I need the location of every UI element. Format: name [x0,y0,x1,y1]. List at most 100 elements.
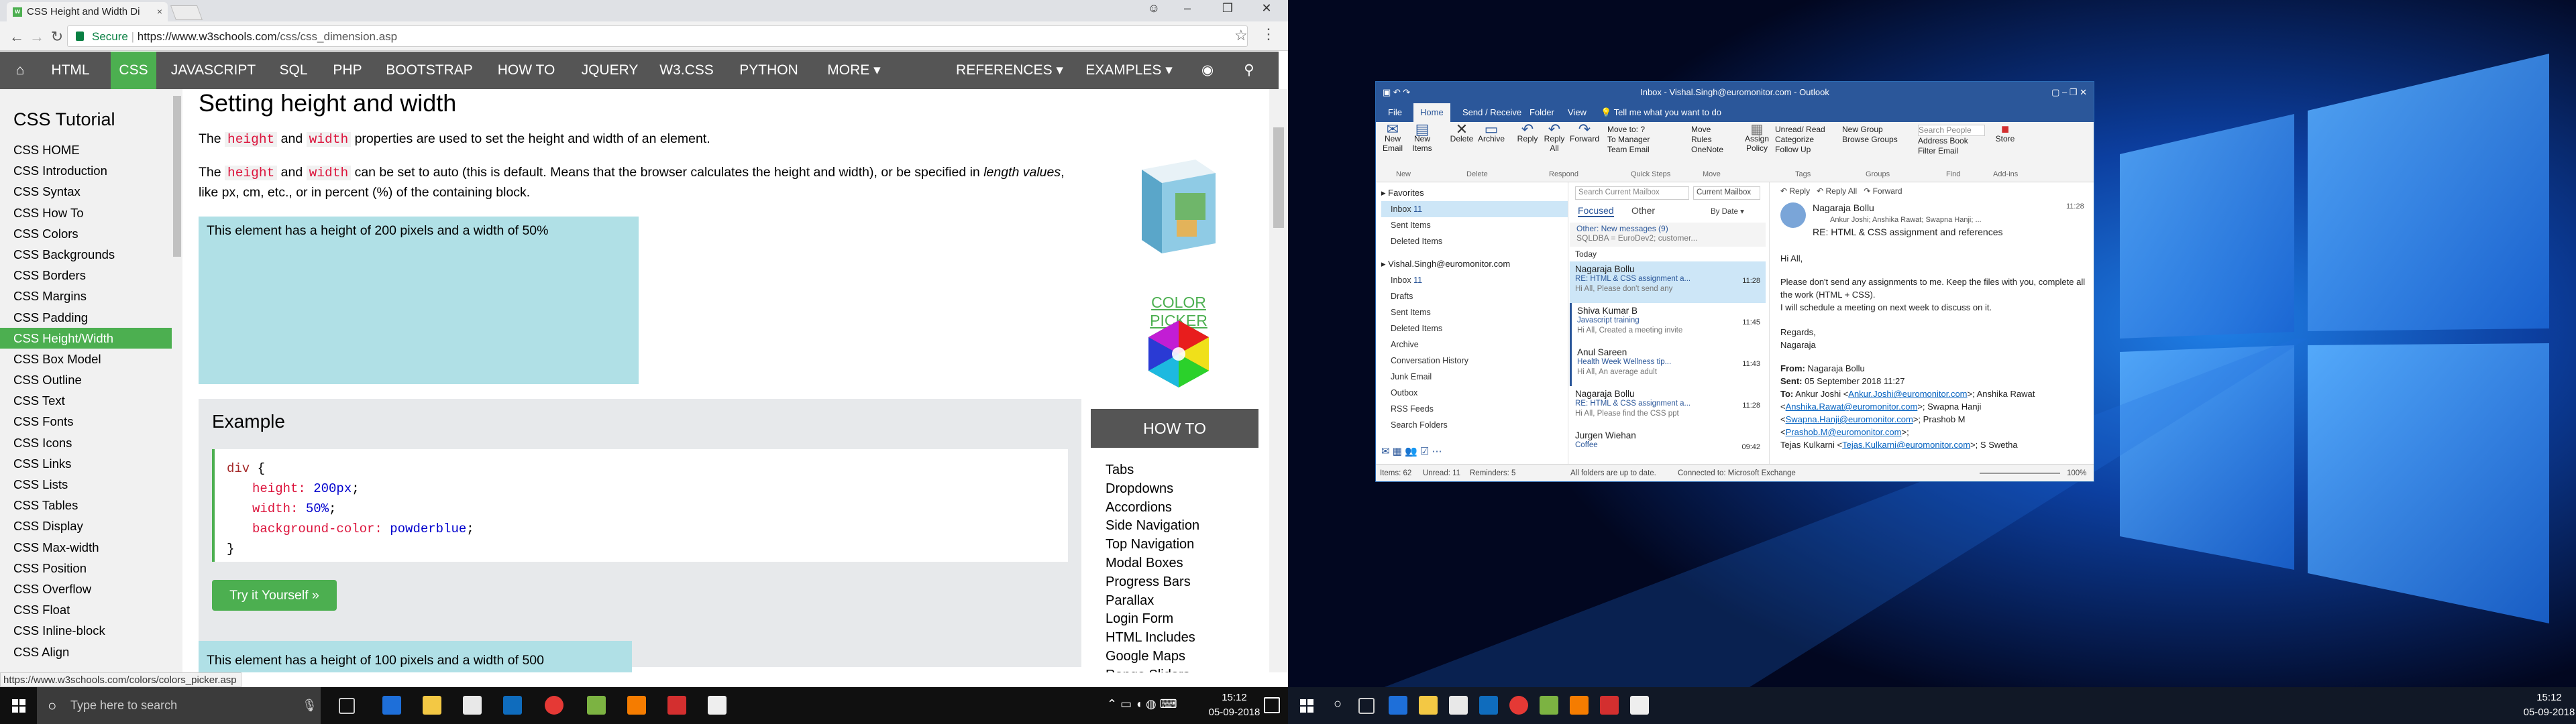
zoom-slider[interactable] [1980,473,2060,474]
try-it-yourself-button[interactable]: Try it Yourself » [212,580,337,611]
rules-button[interactable]: Rules [1691,135,1738,145]
onenote-button[interactable]: OneNote [1691,145,1738,155]
tab-send-receive[interactable]: Send / Receive [1456,103,1528,122]
close-window-icon[interactable]: ✕ [1253,1,1280,15]
color-picker-hexagon-icon[interactable] [1142,320,1216,387]
cortana-circle-icon[interactable]: ○ [1334,697,1342,712]
sidebar-item[interactable]: CSS Introduction [0,160,172,181]
nav-python[interactable]: PYTHON [729,52,809,89]
message-item[interactable]: Jurgen Wiehan Coffee 09:42 [1570,428,1766,469]
module-switcher-icons[interactable]: ✉ ▦ 👥 ☑ ⋯ [1381,445,1442,457]
email-link[interactable]: Swapna.Hanji@euromonitor.com [1786,414,1913,424]
chrome-taskbar-icon[interactable] [545,696,564,715]
window-controls-icon[interactable]: ▢ – ❐ ✕ [2051,82,2087,103]
nav-css[interactable]: CSS [111,52,156,89]
folder-sent-fav[interactable]: Sent Items [1381,217,1568,233]
reply-all-action[interactable]: ↶ Reply All [1817,186,1857,196]
sidebar-item[interactable]: CSS Text [0,390,172,411]
notepad-plus-icon[interactable] [587,696,606,715]
nav-howto[interactable]: HOW TO [488,52,565,89]
sidebar-item[interactable]: CSS HOME [0,139,172,160]
sidebar-item[interactable]: CSS Max-width [0,537,172,558]
edge-browser-icon[interactable] [382,696,401,715]
archive-button[interactable]: ▭ Archive [1477,122,1506,144]
search-scope-dropdown[interactable]: Current Mailbox [1693,186,1760,200]
other-new-messages[interactable]: Other: New messages (9) SQLDBA = EuroDev… [1570,223,1766,247]
new-group-button[interactable]: New Group [1842,125,1909,135]
sidebar-item[interactable]: CSS Padding [0,307,172,328]
address-bar[interactable]: Secure | https://www.w3schools.com/css/c… [67,25,1248,47]
sidebar-item[interactable]: CSS Box Model [0,349,172,369]
folder-item[interactable]: Deleted Items [1381,320,1568,337]
nav-javascript[interactable]: JAVASCRIPT [166,52,260,89]
store-button[interactable]: ■ Store [1992,123,2019,143]
sidebar-item[interactable]: CSS Overflow [0,579,172,599]
quick-step-move-to[interactable]: Move to: ? [1607,125,1674,135]
store-icon[interactable] [463,696,482,715]
sidebar-item[interactable]: CSS Outline [0,369,172,390]
restore-icon[interactable]: ❐ [1214,1,1241,15]
howto-item[interactable]: Parallax [1091,592,1258,611]
windows-start-icon[interactable] [1288,687,1325,724]
folder-item[interactable]: Drafts [1381,288,1568,304]
sidebar-item[interactable]: CSS Tables [0,495,172,516]
email-link[interactable]: Anshika.Rawat@euromonitor.com [1786,402,1918,412]
photos-icon[interactable] [1630,696,1649,715]
folder-item[interactable]: Junk Email [1381,369,1568,385]
focused-tab[interactable]: Focused [1578,205,1614,217]
sidebar-item[interactable]: CSS Inline-block [0,620,172,641]
paint-icon[interactable] [627,696,646,715]
reply-button[interactable]: ↶ Reply [1514,122,1541,144]
address-book-button[interactable]: Address Book [1918,136,1985,146]
favorites-header[interactable]: ▸ Favorites [1381,185,1568,201]
nav-sql[interactable]: SQL [268,52,319,89]
new-tab-button[interactable] [170,5,203,20]
file-explorer-icon[interactable] [423,696,441,715]
book-advert-image[interactable] [1128,156,1222,257]
sort-dropdown[interactable]: By Date ▾ [1711,206,1744,216]
minimize-icon[interactable]: – [1174,1,1201,15]
forward-action[interactable]: ↷ Forward [1864,186,1902,196]
filter-email-button[interactable]: Filter Email [1918,146,1985,156]
task-view-icon[interactable] [339,698,355,714]
search-people-input[interactable]: Search People [1918,125,1985,136]
assign-policy-button[interactable]: ▦ Assign Policy [1742,123,1772,153]
folder-item[interactable]: Search Folders [1381,417,1568,433]
mailbox-search-input[interactable]: Search Current Mailbox [1575,186,1689,200]
message-item[interactable]: Shiva Kumar B Javascript training Hi All, … [1570,303,1766,345]
sidebar-item[interactable]: CSS Align [0,642,172,662]
store-icon[interactable] [1449,696,1468,715]
reply-action[interactable]: ↶ Reply [1780,186,1810,196]
powerpoint-icon[interactable] [667,696,686,715]
reload-icon[interactable]: ↻ [47,28,67,46]
sidebar-item[interactable]: CSS Icons [0,432,172,453]
file-explorer-icon[interactable] [1419,696,1438,715]
edge-browser-icon[interactable] [1389,696,1407,715]
delete-button[interactable]: ✕ Delete [1448,122,1475,144]
reply-all-button[interactable]: ↶ Reply All [1541,122,1568,154]
outlook-taskbar-icon[interactable] [503,696,522,715]
microphone-icon[interactable]: 🎙 [302,687,317,724]
message-item[interactable]: Nagaraja Bollu RE: HTML & CSS assignment … [1570,261,1766,303]
follow-up-button[interactable]: Follow Up [1775,145,1835,155]
close-tab-icon[interactable]: × [157,6,162,17]
taskbar-clock[interactable]: 15:12 05-09-2018 [1208,690,1261,720]
nav-references[interactable]: REFERENCES ▾ [953,52,1067,89]
task-view-icon[interactable] [1358,698,1375,714]
folder-deleted-fav[interactable]: Deleted Items [1381,233,1568,249]
new-email-button[interactable]: ✉ New Email [1379,122,1407,154]
folder-item[interactable]: Conversation History [1381,353,1568,369]
nav-html[interactable]: HTML [44,52,97,89]
email-link[interactable]: Tejas.Kulkarni@euromonitor.com [1842,440,1970,450]
nav-examples[interactable]: EXAMPLES ▾ [1079,52,1179,89]
save-icon[interactable]: ▣ ↶ ↷ [1383,82,1410,103]
taskbar-clock[interactable]: 15:12 05-09-2018 [2522,690,2576,720]
categorize-button[interactable]: Categorize [1775,135,1835,145]
quick-step-team-email[interactable]: Team Email [1607,145,1674,155]
system-tray-icons[interactable]: ⌃ ▭ ◖ ◍ ⌨ [1107,697,1177,711]
email-link[interactable]: Prashob.M@euromonitor.com [1786,427,1902,437]
new-items-button[interactable]: ▤ New Items [1408,122,1436,154]
search-icon[interactable]: ⚲ [1236,52,1263,89]
page-scroll-thumb[interactable] [1273,127,1284,228]
browse-groups-button[interactable]: Browse Groups [1842,135,1909,145]
